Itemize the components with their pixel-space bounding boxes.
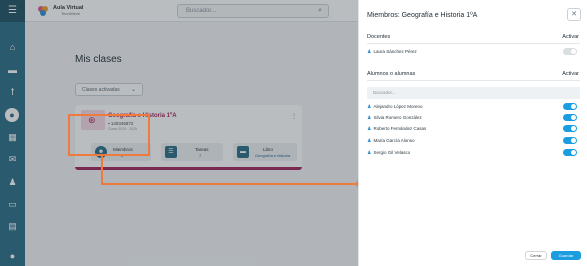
teacher-toggle[interactable] xyxy=(563,48,577,55)
panel-title: Miembros: Geografía e Historia 1ºA xyxy=(367,12,478,19)
student-row: ♟ Sergio Gil Velasco xyxy=(367,150,411,156)
student-row: ♟ Roberto Fernández Casas xyxy=(367,126,427,132)
app-window: ☰ ⌂ ▬ ꝉ ● ▦ ✉ ♟ ▭ ▤ ● Aula Virtual Tecni… xyxy=(0,0,587,266)
student-toggle[interactable] xyxy=(563,114,577,121)
student-toggle[interactable] xyxy=(563,103,577,110)
highlight-box xyxy=(68,114,150,156)
student-toggle[interactable] xyxy=(563,149,577,156)
teacher-row: ♟ Laura Sánchez Pérez xyxy=(367,49,417,55)
student-row: ♟ Alejandro López Moreno xyxy=(367,104,423,110)
highlight-connector xyxy=(101,156,103,185)
close-icon[interactable]: ✕ xyxy=(567,8,581,21)
close-button[interactable]: Cerrar xyxy=(525,251,547,260)
modal-overlay[interactable] xyxy=(0,0,358,266)
students-heading: Alumnos o alumnas xyxy=(367,71,416,77)
student-toggle[interactable] xyxy=(563,125,577,132)
divider xyxy=(367,80,580,81)
highlight-connector-horizontal xyxy=(101,183,361,185)
student-toggle[interactable] xyxy=(563,137,577,144)
student-row: ♟ María García Alonso xyxy=(367,138,415,144)
save-button[interactable]: Guardar xyxy=(551,251,581,260)
divider xyxy=(367,43,580,44)
teachers-activate-header: Activar xyxy=(562,34,579,40)
students-search-input[interactable]: Buscador... xyxy=(367,87,580,99)
students-activate-header: Activar xyxy=(562,71,579,77)
teachers-heading: Docentes xyxy=(367,34,391,40)
members-panel: Miembros: Geografía e Historia 1ºA ✕ Doc… xyxy=(358,0,587,266)
student-row: ♟ Silvia Romero González xyxy=(367,115,422,121)
students-search-placeholder: Buscador... xyxy=(373,90,396,95)
